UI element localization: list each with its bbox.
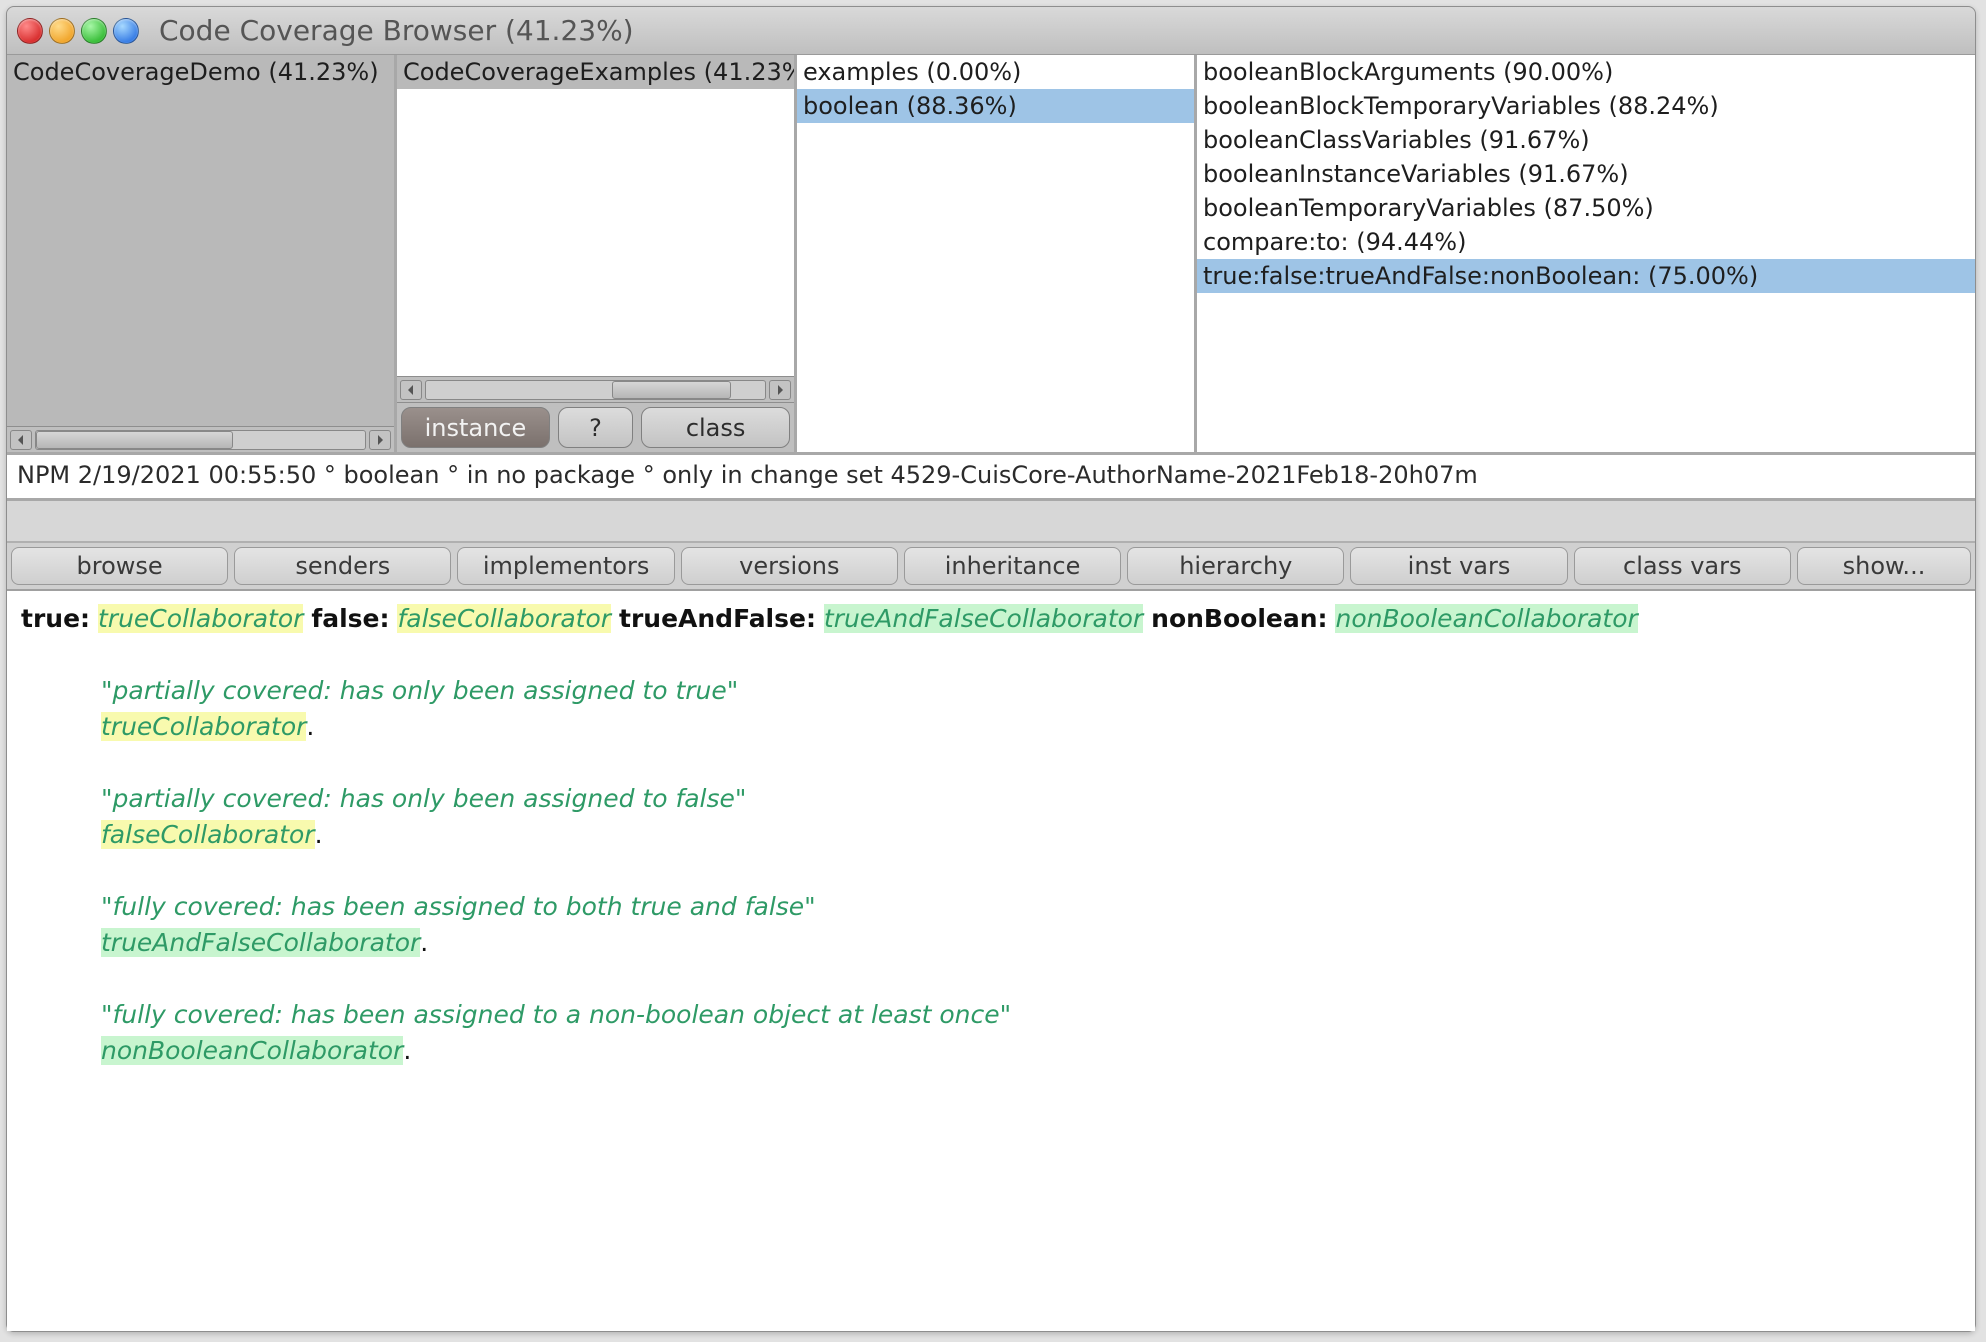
method-label: compare:to: (94.44%)	[1203, 228, 1466, 256]
statement: "fully covered: has been assigned to a n…	[101, 997, 1961, 1069]
code-pane[interactable]: true: trueCollaborator false: falseColla…	[7, 591, 1975, 1331]
list-item[interactable]: examples (0.00%)	[797, 55, 1194, 89]
browser-panes: CodeCoverageDemo (41.23%) CodeCoverageEx…	[7, 55, 1975, 455]
method-label: booleanBlockTemporaryVariables (88.24%)	[1203, 92, 1719, 120]
method-signature: true: trueCollaborator false: falseColla…	[21, 601, 1961, 637]
senders-button[interactable]: senders	[234, 547, 451, 585]
list-item[interactable]: CodeCoverageDemo (41.23%)	[7, 55, 394, 89]
statement: "fully covered: has been assigned to bot…	[101, 889, 1961, 961]
list-item[interactable]: boolean (88.36%)	[797, 89, 1194, 123]
window-close-icon[interactable]	[17, 18, 43, 44]
class-scrollbar[interactable]	[397, 376, 794, 402]
method-label: booleanBlockArguments (90.00%)	[1203, 58, 1613, 86]
period: .	[403, 1036, 411, 1065]
expression: trueCollaborator	[101, 712, 306, 741]
method-label: true:false:trueAndFalse:nonBoolean: (75.…	[1203, 262, 1758, 290]
class-label: CodeCoverageExamples (41.23%)	[403, 58, 794, 86]
protocol-label: boolean (88.36%)	[803, 92, 1017, 120]
scroll-track[interactable]	[35, 430, 366, 450]
method-label: booleanTemporaryVariables (87.50%)	[1203, 194, 1654, 222]
statement: "partially covered: has only been assign…	[101, 673, 1961, 745]
scroll-left-icon[interactable]	[10, 430, 32, 450]
comment: "fully covered: has been assigned to bot…	[101, 892, 816, 921]
class-side-tabs: instance ? class	[397, 402, 794, 452]
list-item[interactable]: true:false:trueAndFalse:nonBoolean: (75.…	[1197, 259, 1975, 293]
window-maximize-icon[interactable]	[81, 18, 107, 44]
list-item[interactable]: booleanBlockArguments (90.00%)	[1197, 55, 1975, 89]
list-item[interactable]: CodeCoverageExamples (41.23%)	[397, 55, 794, 89]
package-label: CodeCoverageDemo (41.23%)	[13, 58, 379, 86]
question-tab[interactable]: ?	[558, 407, 633, 448]
list-item[interactable]: compare:to: (94.44%)	[1197, 225, 1975, 259]
code-coverage-browser-window: Code Coverage Browser (41.23%) CodeCover…	[6, 6, 1976, 1332]
class-list[interactable]: CodeCoverageExamples (41.23%)	[397, 55, 794, 376]
show-button[interactable]: show...	[1797, 547, 1971, 585]
package-pane: CodeCoverageDemo (41.23%)	[7, 55, 397, 452]
protocol-list[interactable]: examples (0.00%) boolean (88.36%)	[797, 55, 1194, 452]
inheritance-button[interactable]: inheritance	[904, 547, 1121, 585]
period: .	[315, 820, 323, 849]
annotation-text: NPM 2/19/2021 00:55:50 ° boolean ° in no…	[17, 461, 1478, 489]
scroll-left-icon[interactable]	[400, 380, 422, 400]
comment: "fully covered: has been assigned to a n…	[101, 1000, 1011, 1029]
list-item[interactable]: booleanClassVariables (91.67%)	[1197, 123, 1975, 157]
class-tab[interactable]: class	[641, 407, 790, 448]
parameter: nonBooleanCollaborator	[1335, 604, 1637, 633]
scroll-track[interactable]	[425, 380, 766, 400]
class-pane: CodeCoverageExamples (41.23%) instance ?…	[397, 55, 797, 452]
expression: nonBooleanCollaborator	[101, 1036, 403, 1065]
parameter: falseCollaborator	[397, 604, 611, 633]
package-scrollbar[interactable]	[7, 426, 394, 452]
titlebar[interactable]: Code Coverage Browser (41.23%)	[7, 7, 1975, 55]
versions-button[interactable]: versions	[681, 547, 898, 585]
inst-vars-button[interactable]: inst vars	[1350, 547, 1567, 585]
list-item[interactable]: booleanBlockTemporaryVariables (88.24%)	[1197, 89, 1975, 123]
list-item[interactable]: booleanTemporaryVariables (87.50%)	[1197, 191, 1975, 225]
list-item[interactable]: booleanInstanceVariables (91.67%)	[1197, 157, 1975, 191]
protocol-label: examples (0.00%)	[803, 58, 1021, 86]
protocol-pane: examples (0.00%) boolean (88.36%)	[797, 55, 1197, 452]
window-title: Code Coverage Browser (41.23%)	[159, 14, 634, 47]
window-minimize-icon[interactable]	[49, 18, 75, 44]
scroll-right-icon[interactable]	[769, 380, 791, 400]
package-list[interactable]: CodeCoverageDemo (41.23%)	[7, 55, 394, 426]
keyword: true:	[21, 604, 90, 633]
period: .	[420, 928, 428, 957]
expression: trueAndFalseCollaborator	[101, 928, 420, 957]
keyword: trueAndFalse:	[619, 604, 816, 633]
scroll-right-icon[interactable]	[369, 430, 391, 450]
method-label: booleanClassVariables (91.67%)	[1203, 126, 1590, 154]
parameter: trueCollaborator	[98, 604, 303, 633]
class-vars-button[interactable]: class vars	[1574, 547, 1791, 585]
annotation-bar: NPM 2/19/2021 00:55:50 ° boolean ° in no…	[7, 455, 1975, 501]
instance-tab[interactable]: instance	[401, 407, 550, 448]
keyword: false:	[311, 604, 389, 633]
gap-row	[7, 501, 1975, 543]
expression: falseCollaborator	[101, 820, 315, 849]
comment: "partially covered: has only been assign…	[101, 676, 738, 705]
method-label: booleanInstanceVariables (91.67%)	[1203, 160, 1629, 188]
statement: "partially covered: has only been assign…	[101, 781, 1961, 853]
browse-button[interactable]: browse	[11, 547, 228, 585]
hierarchy-button[interactable]: hierarchy	[1127, 547, 1344, 585]
method-pane: booleanBlockArguments (90.00%) booleanBl…	[1197, 55, 1975, 452]
method-list[interactable]: booleanBlockArguments (90.00%) booleanBl…	[1197, 55, 1975, 452]
parameter: trueAndFalseCollaborator	[824, 604, 1143, 633]
keyword: nonBoolean:	[1151, 604, 1327, 633]
period: .	[306, 712, 314, 741]
window-menu-icon[interactable]	[113, 18, 139, 44]
code-toolbar: browse senders implementors versions inh…	[7, 543, 1975, 591]
implementors-button[interactable]: implementors	[457, 547, 674, 585]
comment: "partially covered: has only been assign…	[101, 784, 746, 813]
